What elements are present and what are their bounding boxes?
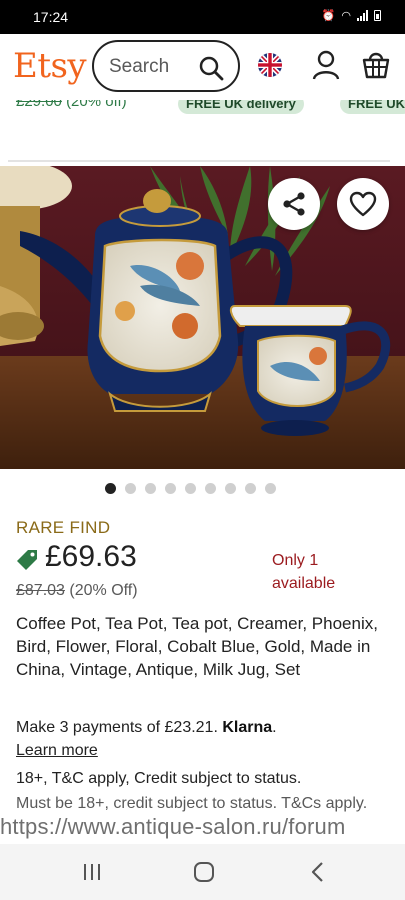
product-title: Coffee Pot, Tea Pot, Tea pot, Creamer, P… — [16, 614, 378, 679]
carousel-dot[interactable] — [205, 483, 216, 494]
klarna-suffix: . — [272, 719, 277, 736]
share-icon — [283, 192, 305, 216]
signal-icon — [357, 10, 368, 21]
status-icons: ⏰ ◠ — [322, 9, 381, 22]
search-input[interactable]: Search — [109, 56, 169, 78]
carousel-dot[interactable] — [225, 483, 236, 494]
watermark-text: https://www.antique-salon.ru/forum — [0, 814, 346, 839]
carousel-price: £29.00 (20% off) — [16, 100, 127, 110]
favorite-button[interactable] — [337, 178, 389, 230]
discount-label: (20% Off) — [69, 582, 138, 599]
uk-flag-icon[interactable] — [258, 53, 282, 77]
basket-icon[interactable] — [362, 49, 390, 79]
recent-apps-icon[interactable] — [82, 862, 102, 882]
heart-icon — [349, 191, 377, 217]
search-icon[interactable] — [198, 55, 224, 81]
system-nav-bar — [0, 844, 405, 900]
klarna-label: Klarna — [222, 719, 273, 736]
carousel-dot[interactable] — [145, 483, 156, 494]
carousel-dot[interactable] — [185, 483, 196, 494]
terms-text-secondary: Must be 18+, credit subject to status. T… — [16, 795, 368, 812]
availability-notice: Only 1 available — [272, 549, 335, 595]
sale-price: £69.63 — [45, 540, 137, 573]
image-carousel-dots[interactable] — [105, 483, 276, 494]
listing-carousel-strip: £29.00 (20% off) FREE UK delivery FREE U… — [0, 100, 405, 114]
carousel-original-price: £29.00 — [16, 100, 62, 110]
back-icon[interactable] — [310, 861, 326, 883]
rare-find-badge: RARE FIND — [16, 518, 111, 537]
availability-line-1: Only 1 — [272, 552, 319, 569]
status-bar: 17:24 ⏰ ◠ — [0, 0, 405, 34]
home-icon[interactable] — [193, 861, 215, 883]
price-tag-icon — [17, 550, 37, 570]
carousel-dot[interactable] — [245, 483, 256, 494]
free-delivery-badge: FREE UK delivery — [178, 100, 304, 114]
etsy-logo[interactable]: Etsy — [13, 46, 87, 86]
account-icon[interactable] — [312, 50, 340, 80]
free-delivery-badge: FREE UK — [340, 100, 405, 114]
payment-text: Make 3 payments of £23.21. — [16, 719, 218, 736]
header: Etsy Search — [0, 34, 405, 100]
carousel-dot[interactable] — [125, 483, 136, 494]
terms-text: 18+, T&C apply, Credit subject to status… — [16, 770, 302, 787]
original-price: £87.03 (20% Off) — [16, 582, 138, 600]
battery-icon — [374, 10, 381, 21]
carousel-dot[interactable] — [105, 483, 116, 494]
original-price-value: £87.03 — [16, 582, 65, 599]
share-button[interactable] — [268, 178, 320, 230]
alarm-icon: ⏰ — [321, 10, 336, 22]
status-time: 17:24 — [33, 9, 69, 25]
carousel-discount: (20% off) — [66, 100, 127, 110]
divider — [8, 160, 390, 162]
carousel-dot[interactable] — [265, 483, 276, 494]
availability-line-2: available — [272, 575, 336, 592]
carousel-dot[interactable] — [165, 483, 176, 494]
learn-more-link[interactable]: Learn more — [16, 742, 98, 760]
payment-info: Make 3 payments of £23.21. Klarna. — [16, 719, 277, 737]
search-bar[interactable]: Search — [92, 40, 240, 92]
wifi-icon: ◠ — [341, 10, 351, 22]
